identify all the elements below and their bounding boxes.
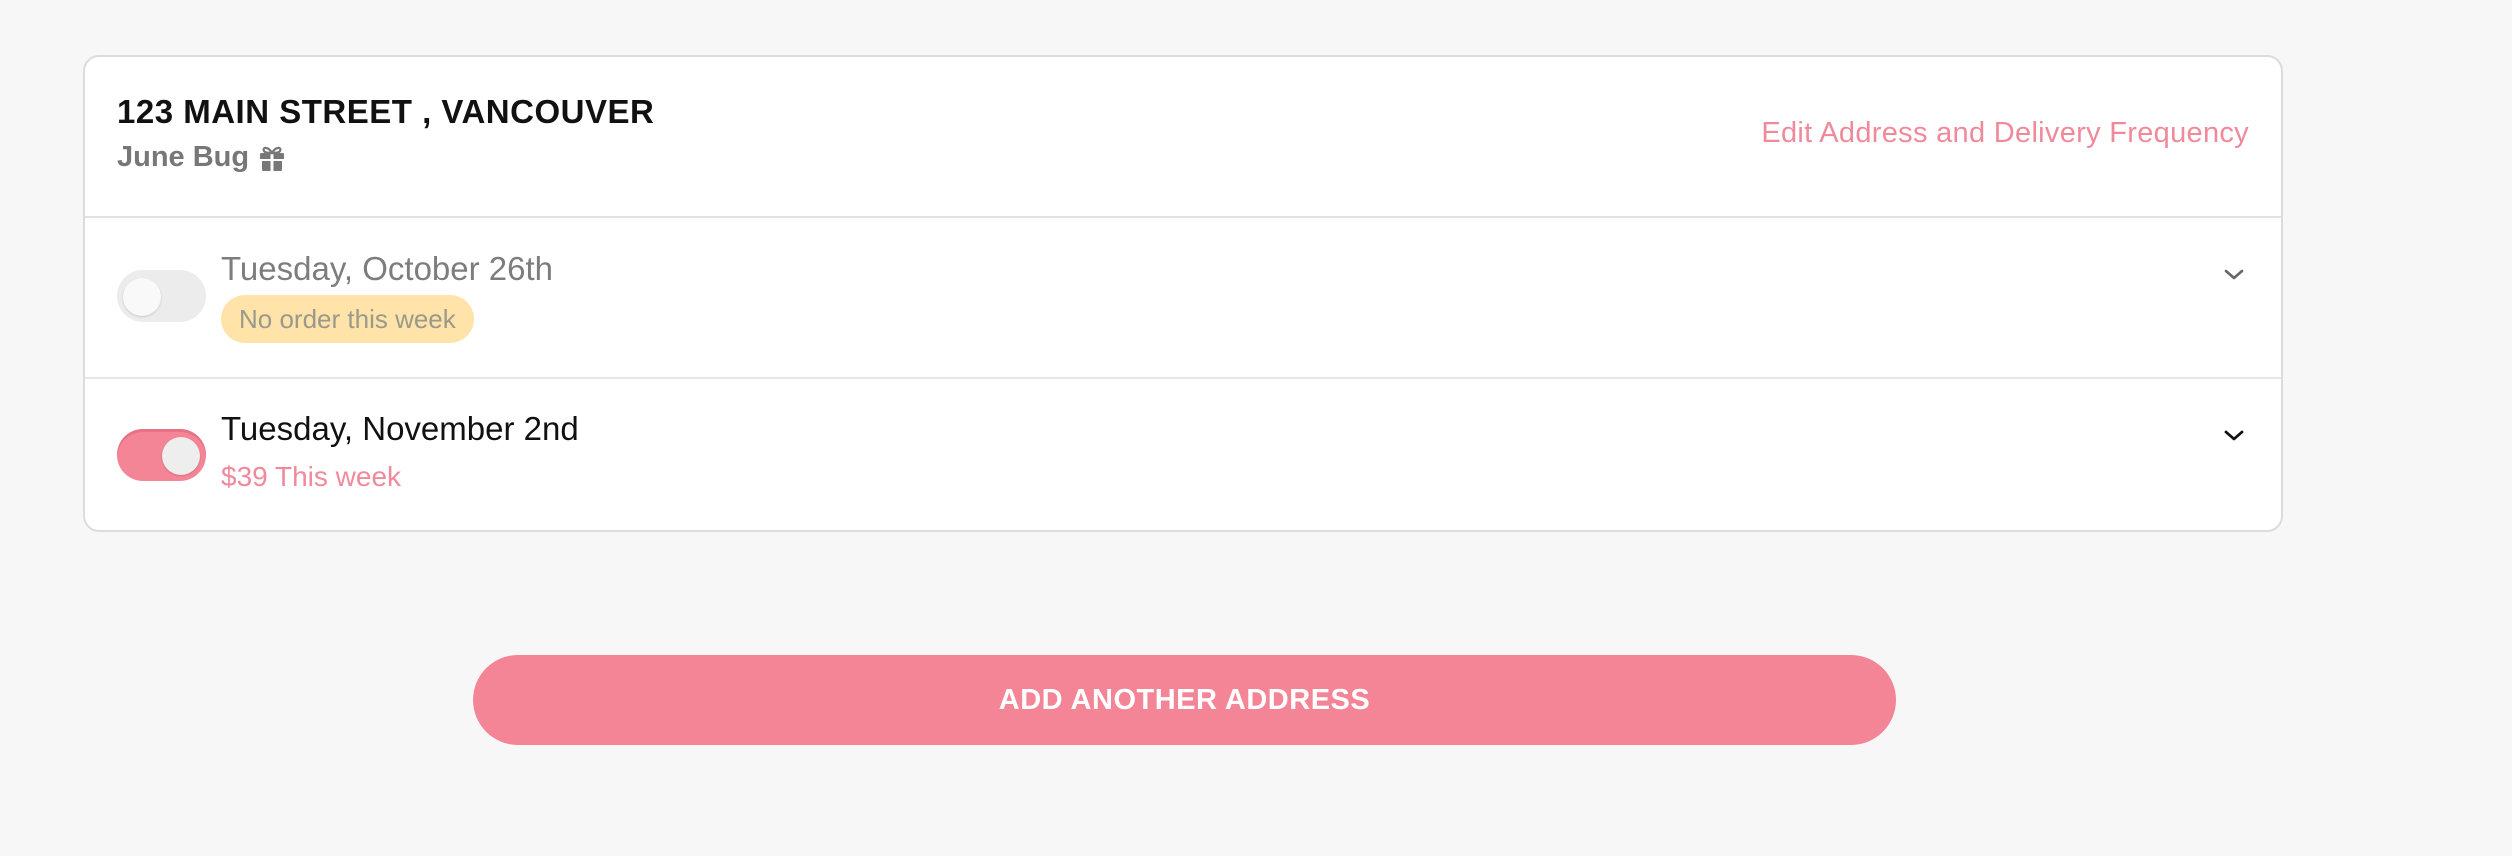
plan-name: June Bug [117,141,250,173]
chevron-down-icon[interactable] [2223,268,2245,282]
toggle-knob [162,437,200,475]
chevron-down-icon[interactable] [2223,429,2245,443]
price-status: $39 This week [221,461,402,492]
edit-address-link[interactable]: Edit Address and Delivery Frequency [1761,117,2249,150]
address-title: 123 MAIN STREET , VANCOUVER [117,93,655,130]
delivery-toggle[interactable] [117,429,206,481]
delivery-row-1: Tuesday, October 26th No order this week [85,216,2281,379]
status-badge: No order this week [221,295,474,343]
address-card: 123 MAIN STREET , VANCOUVER June Bug Edi… [83,55,2283,532]
delivery-toggle[interactable] [117,270,206,322]
toggle-knob [123,278,161,316]
add-another-address-button[interactable]: ADD ANOTHER ADDRESS [473,655,1896,745]
plan-line: June Bug [117,141,287,174]
gift-icon [257,143,287,173]
delivery-date: Tuesday, November 2nd [221,410,579,447]
delivery-date: Tuesday, October 26th [221,250,554,287]
address-card-header: 123 MAIN STREET , VANCOUVER June Bug Edi… [85,57,2281,218]
delivery-row-2: Tuesday, November 2nd $39 This week [85,378,2281,530]
